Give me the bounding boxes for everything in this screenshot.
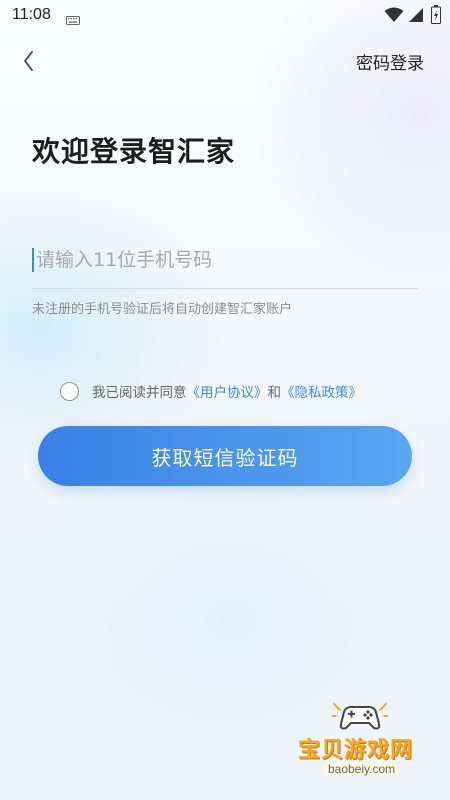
status-time: 11:08: [12, 6, 51, 23]
phone-field[interactable]: [32, 240, 418, 289]
login-screen: 11:08 密码登录 欢迎登录智汇家 请输入11位手机号码 未注册的手机号验证后…: [0, 0, 450, 800]
privacy-policy-link[interactable]: 《隐私政策》: [281, 381, 362, 401]
page-title: 欢迎登录智汇家: [32, 135, 236, 168]
battery-icon: [431, 5, 441, 28]
get-sms-code-button[interactable]: 获取短信验证码: [38, 426, 412, 486]
chevron-left-icon: [24, 51, 33, 71]
wifi-icon: [384, 7, 404, 27]
agreement-and: 和: [267, 385, 282, 401]
agreement-prefix: 我已阅读并同意: [92, 385, 187, 401]
agreement-row: 我已阅读并同意 《用户协议》 和 《隐私政策》: [60, 380, 362, 402]
keyboard-icon: [66, 10, 80, 29]
watermark-url: baobeiy.com: [322, 762, 402, 776]
user-agreement-link[interactable]: 《用户协议》: [187, 381, 268, 401]
signal-icon: [408, 7, 424, 27]
back-button[interactable]: [16, 46, 48, 76]
agreement-checkbox[interactable]: [60, 381, 79, 401]
register-hint: 未注册的手机号验证后将自动创建智汇家账户: [32, 302, 293, 317]
watermark: 宝贝游戏网 baobeiy.com: [298, 700, 428, 784]
watermark-title: 宝贝游戏网: [298, 738, 414, 763]
password-login-link[interactable]: 密码登录: [356, 49, 424, 74]
phone-input[interactable]: [32, 240, 416, 280]
status-bar: 11:08: [0, 0, 450, 32]
